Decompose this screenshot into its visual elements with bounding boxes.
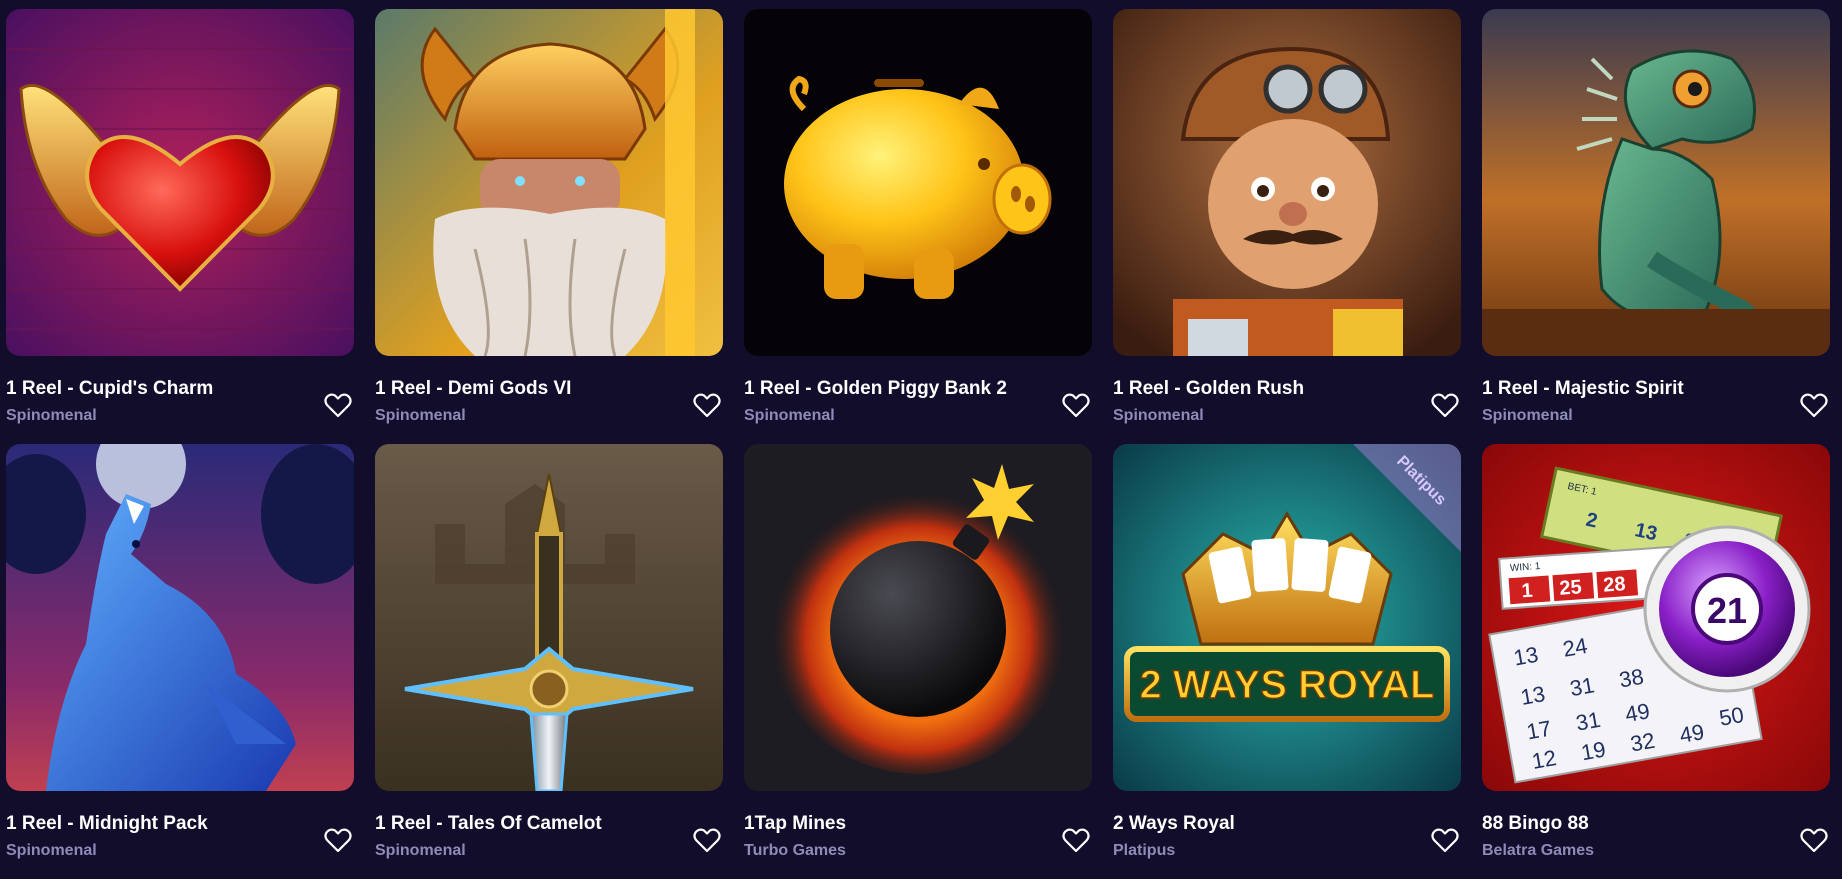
game-thumbnail[interactable]: [6, 9, 354, 356]
howling-wolf-art: [6, 444, 354, 791]
game-provider[interactable]: Spinomenal: [744, 407, 835, 425]
game-title[interactable]: 1 Reel - Majestic Spirit: [1482, 378, 1684, 400]
svg-text:24: 24: [1561, 633, 1589, 662]
svg-text:13: 13: [1519, 681, 1547, 710]
game-provider[interactable]: Platipus: [1113, 842, 1175, 860]
game-card[interactable]: 1 Reel - Cupid's Charm Spinomenal: [6, 9, 354, 444]
game-title[interactable]: 1 Reel - Midnight Pack: [6, 813, 208, 835]
game-thumbnail[interactable]: 2 WAYS ROYAL Platipus: [1113, 444, 1461, 791]
game-card[interactable]: 1 Reel - Tales Of Camelot Spinomenal: [375, 444, 723, 879]
crown-art: 2 WAYS ROYAL Platipus: [1113, 444, 1461, 791]
game-title[interactable]: 1 Reel - Tales Of Camelot: [375, 813, 602, 835]
svg-text:28: 28: [1603, 573, 1627, 596]
logo-text: 2 WAYS ROYAL: [1140, 663, 1435, 707]
svg-text:31: 31: [1574, 707, 1602, 736]
game-meta: 1 Reel - Golden Piggy Bank 2 Spinomenal: [744, 356, 1092, 436]
game-title[interactable]: 1 Reel - Demi Gods VI: [375, 378, 571, 400]
game-thumbnail[interactable]: [6, 444, 354, 791]
game-provider[interactable]: Spinomenal: [6, 842, 97, 860]
svg-text:WIN: 1: WIN: 1: [1510, 561, 1542, 574]
game-provider[interactable]: Spinomenal: [1113, 407, 1204, 425]
favorite-heart-icon[interactable]: [1431, 827, 1459, 853]
favorite-heart-icon[interactable]: [324, 827, 352, 853]
game-provider[interactable]: Spinomenal: [375, 842, 466, 860]
favorite-heart-icon[interactable]: [1062, 827, 1090, 853]
game-card[interactable]: BET: 1 2 13 24 38 WIN: 1 1 25 28 33: [1482, 444, 1830, 879]
game-meta: 1 Reel - Majestic Spirit Spinomenal: [1482, 356, 1830, 436]
game-meta: 1Tap Mines Turbo Games: [744, 791, 1092, 871]
game-provider[interactable]: Spinomenal: [375, 407, 466, 425]
game-meta: 88 Bingo 88 Belatra Games: [1482, 791, 1830, 871]
svg-text:38: 38: [1617, 664, 1645, 693]
svg-text:19: 19: [1579, 736, 1607, 765]
bingo-art: BET: 1 2 13 24 38 WIN: 1 1 25 28 33: [1482, 444, 1830, 791]
game-card[interactable]: 1 Reel - Golden Rush Spinomenal: [1113, 9, 1461, 444]
game-meta: 1 Reel - Tales Of Camelot Spinomenal: [375, 791, 723, 871]
game-title[interactable]: 1Tap Mines: [744, 813, 846, 835]
favorite-heart-icon[interactable]: [1800, 392, 1828, 418]
game-title[interactable]: 1 Reel - Cupid's Charm: [6, 378, 213, 400]
game-card[interactable]: 1 Reel - Demi Gods VI Spinomenal: [375, 9, 723, 444]
game-thumbnail[interactable]: [744, 444, 1092, 791]
game-card[interactable]: 1Tap Mines Turbo Games: [744, 444, 1092, 879]
favorite-heart-icon[interactable]: [1800, 827, 1828, 853]
winged-heart-art: [6, 9, 354, 356]
game-card[interactable]: 2 WAYS ROYAL Platipus 2 Ways Royal Plati…: [1113, 444, 1461, 879]
game-thumbnail[interactable]: [375, 444, 723, 791]
favorite-heart-icon[interactable]: [1431, 392, 1459, 418]
game-thumbnail[interactable]: [1113, 9, 1461, 356]
svg-text:12: 12: [1530, 745, 1558, 774]
game-title[interactable]: 88 Bingo 88: [1482, 813, 1589, 835]
svg-text:31: 31: [1568, 672, 1596, 701]
lizard-art: [1482, 9, 1830, 356]
svg-text:13: 13: [1633, 519, 1659, 545]
game-grid: 1 Reel - Cupid's Charm Spinomenal 1 Reel…: [6, 9, 1838, 879]
svg-text:50: 50: [1717, 702, 1745, 731]
game-thumbnail[interactable]: [375, 9, 723, 356]
favorite-heart-icon[interactable]: [1062, 392, 1090, 418]
game-provider[interactable]: Belatra Games: [1482, 842, 1594, 860]
game-provider[interactable]: Spinomenal: [1482, 407, 1573, 425]
game-provider[interactable]: Turbo Games: [744, 842, 846, 860]
game-title[interactable]: 1 Reel - Golden Rush: [1113, 378, 1304, 400]
svg-text:25: 25: [1559, 576, 1583, 599]
svg-text:32: 32: [1628, 728, 1656, 757]
game-card[interactable]: 1 Reel - Majestic Spirit Spinomenal: [1482, 9, 1830, 444]
golden-pig-art: [744, 9, 1092, 356]
favorite-heart-icon[interactable]: [693, 392, 721, 418]
svg-text:13: 13: [1512, 642, 1540, 671]
game-meta: 1 Reel - Midnight Pack Spinomenal: [6, 791, 354, 871]
game-title[interactable]: 1 Reel - Golden Piggy Bank 2: [744, 378, 1007, 400]
svg-text:49: 49: [1623, 698, 1651, 727]
bomb-art: [744, 444, 1092, 791]
viking-god-art: [375, 9, 723, 356]
game-thumbnail[interactable]: BET: 1 2 13 24 38 WIN: 1 1 25 28 33: [1482, 444, 1830, 791]
game-meta: 1 Reel - Demi Gods VI Spinomenal: [375, 356, 723, 436]
game-card[interactable]: 1 Reel - Golden Piggy Bank 2 Spinomenal: [744, 9, 1092, 444]
miner-art: [1113, 9, 1461, 356]
svg-text:1: 1: [1521, 580, 1534, 603]
game-meta: 1 Reel - Cupid's Charm Spinomenal: [6, 356, 354, 436]
svg-text:17: 17: [1525, 716, 1553, 745]
game-thumbnail[interactable]: [744, 9, 1092, 356]
game-title[interactable]: 2 Ways Royal: [1113, 813, 1235, 835]
svg-text:49: 49: [1678, 719, 1706, 748]
sword-art: [375, 444, 723, 791]
game-meta: 1 Reel - Golden Rush Spinomenal: [1113, 356, 1461, 436]
favorite-heart-icon[interactable]: [324, 392, 352, 418]
game-provider[interactable]: Spinomenal: [6, 407, 97, 425]
game-thumbnail[interactable]: [1482, 9, 1830, 356]
game-meta: 2 Ways Royal Platipus: [1113, 791, 1461, 871]
favorite-heart-icon[interactable]: [693, 827, 721, 853]
bingo-ball-number: 21: [1707, 590, 1747, 631]
game-card[interactable]: 1 Reel - Midnight Pack Spinomenal: [6, 444, 354, 879]
